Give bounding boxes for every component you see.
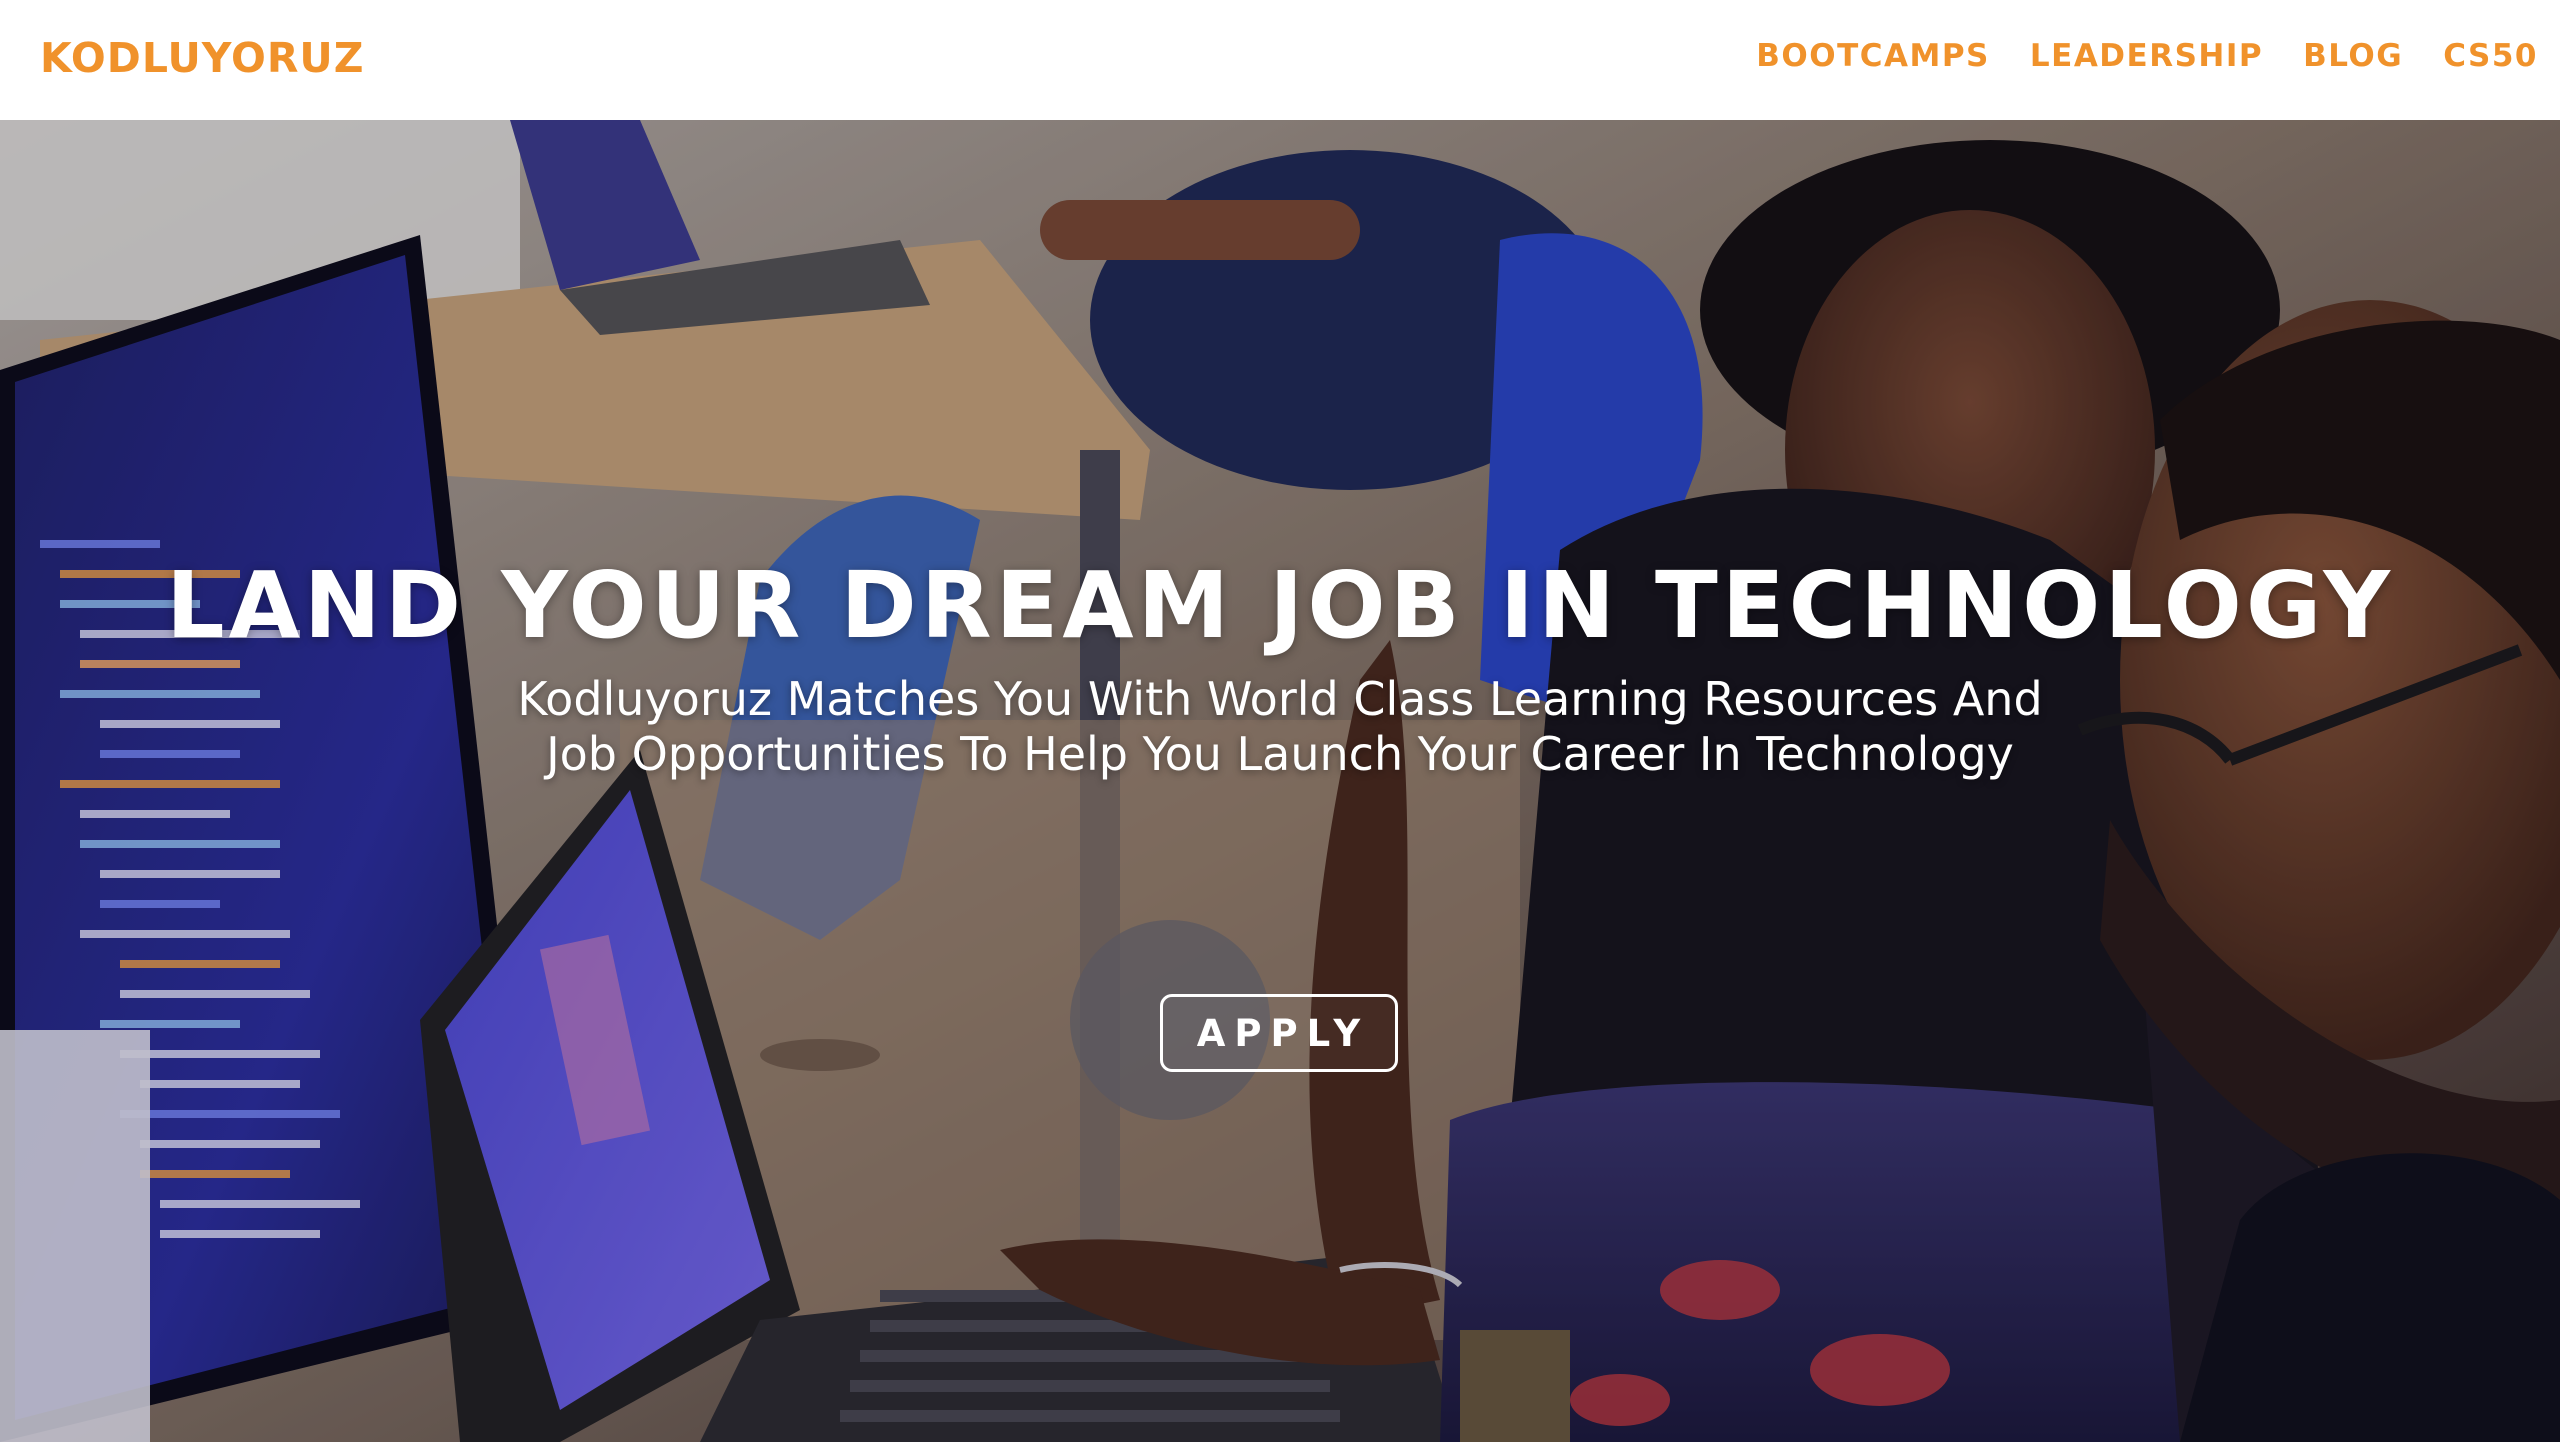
page: KODLUYORUZ BOOTCAMPS LEADERSHIP BLOG CS5… [0, 0, 2560, 1442]
logo[interactable]: KODLUYORUZ [40, 34, 364, 82]
nav-link-leadership[interactable]: LEADERSHIP [2030, 38, 2263, 74]
nav-link-bootcamps[interactable]: BOOTCAMPS [1756, 38, 1990, 74]
nav-link-cs50[interactable]: CS50 [2443, 38, 2538, 74]
site-header: KODLUYORUZ BOOTCAMPS LEADERSHIP BLOG CS5… [0, 0, 2560, 120]
nav-link-blog[interactable]: BLOG [2303, 38, 2403, 74]
hero-title: LAND YOUR DREAM JOB IN TECHNOLOGY [165, 552, 2394, 659]
hero-subtitle: Kodluyoruz Matches You With World Class … [517, 672, 2043, 781]
apply-button[interactable]: APPLY [1160, 994, 1398, 1072]
hero-section: LAND YOUR DREAM JOB IN TECHNOLOGY Kodluy… [0, 120, 2560, 1442]
main-nav: BOOTCAMPS LEADERSHIP BLOG CS50 [1756, 38, 2538, 74]
